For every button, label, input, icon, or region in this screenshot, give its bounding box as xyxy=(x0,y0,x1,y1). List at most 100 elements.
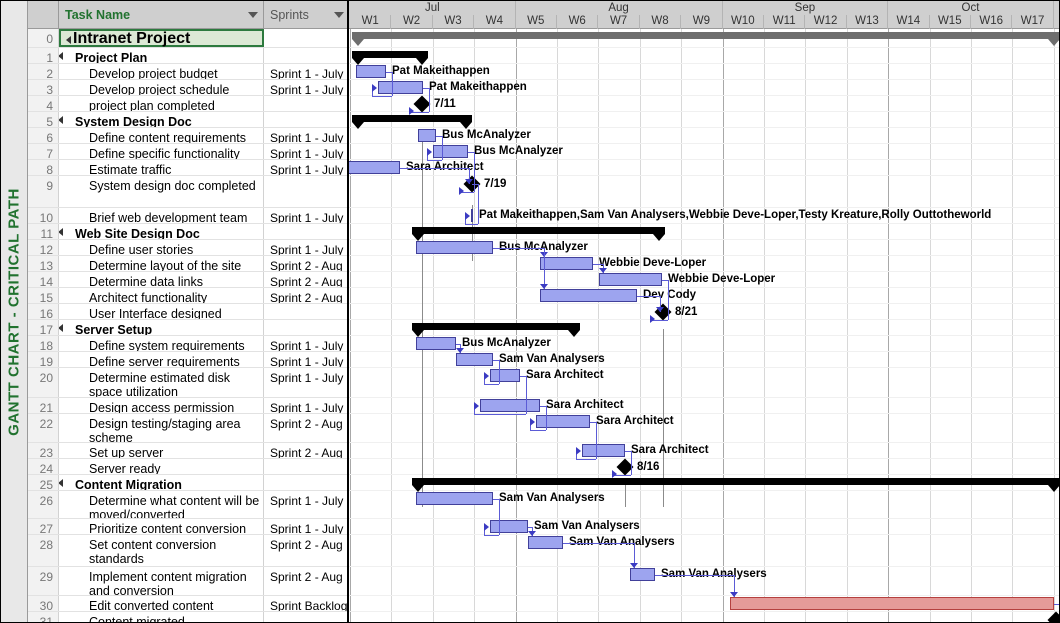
task-bar[interactable] xyxy=(456,353,493,366)
task-bar[interactable] xyxy=(416,337,456,350)
summary-bar[interactable] xyxy=(352,115,472,122)
task-row[interactable]: 0Intranet Project xyxy=(28,29,347,48)
task-bar[interactable] xyxy=(416,241,493,254)
task-bar[interactable] xyxy=(540,257,593,270)
task-row[interactable]: 6Define content requirementsSprint 1 - J… xyxy=(28,128,347,144)
task-row[interactable]: 20Determine estimated disk space utiliza… xyxy=(28,368,347,398)
task-bar[interactable] xyxy=(528,536,563,549)
task-row[interactable]: 3Develop project scheduleSprint 1 - July xyxy=(28,80,347,96)
task-name-cell[interactable]: Set content conversion standards xyxy=(59,535,264,566)
task-name-cell[interactable]: Determine data links xyxy=(59,272,264,287)
task-row[interactable]: 31Content migrated xyxy=(28,612,347,623)
sprint-cell[interactable]: Sprint 1 - July xyxy=(264,240,349,255)
task-name-cell[interactable]: Design testing/staging area scheme xyxy=(59,414,264,442)
task-name-cell[interactable]: User Interface designed xyxy=(59,304,264,319)
milestone-marker[interactable] xyxy=(1048,612,1059,622)
task-row[interactable]: 21Design access permissionSprint 1 - Jul… xyxy=(28,398,347,414)
column-header-task-name[interactable]: Task Name xyxy=(59,1,264,29)
task-row[interactable]: 13Determine layout of the siteSprint 2 -… xyxy=(28,256,347,272)
sprint-cell[interactable] xyxy=(264,176,349,207)
column-header-sprints[interactable]: Sprints xyxy=(264,1,349,29)
sprint-cell[interactable] xyxy=(264,224,349,239)
task-row[interactable]: 5System Design Doc xyxy=(28,112,347,128)
sprint-cell[interactable]: Sprint 2 - Aug xyxy=(264,535,349,566)
task-row[interactable]: 27Prioritize content conversionSprint 1 … xyxy=(28,519,347,535)
collapse-triangle-icon[interactable] xyxy=(59,324,63,332)
task-row[interactable]: 8Estimate trafficSprint 1 - July xyxy=(28,160,347,176)
task-row[interactable]: 19Define server requirementsSprint 1 - J… xyxy=(28,352,347,368)
sprint-cell[interactable] xyxy=(264,96,349,111)
task-name-cell[interactable]: Define specific functionality xyxy=(59,144,264,159)
sprint-cell[interactable]: Sprint Backlog xyxy=(264,596,349,611)
task-name-cell[interactable]: Content migrated xyxy=(59,612,264,623)
task-name-cell[interactable]: Develop project budget xyxy=(59,64,264,79)
sprint-cell[interactable] xyxy=(264,320,349,335)
task-row[interactable]: 30Edit converted contentSprint Backlog xyxy=(28,596,347,612)
task-bar[interactable] xyxy=(536,415,590,428)
sprint-cell[interactable]: Sprint 1 - July xyxy=(264,352,349,367)
task-row[interactable]: 28Set content conversion standardsSprint… xyxy=(28,535,347,567)
task-bar[interactable] xyxy=(540,289,637,302)
sprint-cell[interactable]: Sprint 1 - July xyxy=(264,144,349,159)
sprint-cell[interactable]: Sprint 2 - Aug xyxy=(264,443,349,458)
sprint-cell[interactable]: Sprint 1 - July xyxy=(264,491,349,518)
task-name-cell[interactable]: Define server requirements xyxy=(59,352,264,367)
task-name-cell[interactable]: Web Site Design Doc xyxy=(59,224,264,239)
sprint-cell[interactable]: Sprint 2 - Aug xyxy=(264,288,349,303)
collapse-triangle-icon[interactable] xyxy=(66,36,71,44)
task-row[interactable]: 11Web Site Design Doc xyxy=(28,224,347,240)
sprint-cell[interactable]: Sprint 1 - July xyxy=(264,64,349,79)
task-name-cell[interactable]: Intranet Project xyxy=(59,29,264,47)
task-name-cell[interactable]: Prioritize content conversion xyxy=(59,519,264,534)
collapse-triangle-icon[interactable] xyxy=(59,228,63,236)
sprint-cell[interactable] xyxy=(264,475,349,490)
task-bar[interactable] xyxy=(378,81,423,94)
sprint-cell[interactable] xyxy=(264,304,349,319)
sprint-cell[interactable]: Sprint 1 - July xyxy=(264,336,349,351)
sprint-cell[interactable] xyxy=(264,612,349,623)
task-row[interactable]: 1Project Plan xyxy=(28,48,347,64)
summary-bar[interactable] xyxy=(412,478,1059,485)
task-row[interactable]: 10Brief web development teamSprint 1 - J… xyxy=(28,208,347,224)
sprint-cell[interactable] xyxy=(264,112,349,127)
sprint-cell[interactable]: Sprint 1 - July xyxy=(264,80,349,95)
task-bar[interactable] xyxy=(630,568,655,581)
collapse-triangle-icon[interactable] xyxy=(59,116,63,124)
task-bar[interactable] xyxy=(490,369,520,382)
sprint-cell[interactable]: Sprint 1 - July xyxy=(264,398,349,413)
chevron-down-icon[interactable] xyxy=(334,12,344,18)
sprint-cell[interactable]: Sprint 1 - July xyxy=(264,128,349,143)
sprint-cell[interactable]: Sprint 2 - Aug xyxy=(264,414,349,442)
chevron-down-icon[interactable] xyxy=(248,12,258,18)
task-name-cell[interactable]: Develop project schedule xyxy=(59,80,264,95)
task-row[interactable]: 16User Interface designed xyxy=(28,304,347,320)
task-row[interactable]: 25Content Migration xyxy=(28,475,347,491)
sprint-cell[interactable]: Sprint 1 - July xyxy=(264,519,349,534)
task-bar-late[interactable] xyxy=(730,597,1054,610)
task-bar[interactable] xyxy=(599,273,662,286)
summary-bar[interactable] xyxy=(352,51,428,58)
task-name-cell[interactable]: Set up server xyxy=(59,443,264,458)
task-bar[interactable] xyxy=(416,492,493,505)
sprint-cell[interactable]: Sprint 1 - July xyxy=(264,160,349,175)
task-name-cell[interactable]: Edit converted content xyxy=(59,596,264,611)
sprint-cell[interactable] xyxy=(264,459,349,474)
task-row[interactable]: 9System design doc completed xyxy=(28,176,347,208)
task-name-cell[interactable]: Architect functionality xyxy=(59,288,264,303)
task-name-cell[interactable]: Define content requirements xyxy=(59,128,264,143)
task-row[interactable]: 23Set up serverSprint 2 - Aug xyxy=(28,443,347,459)
task-row[interactable]: 15Architect functionalitySprint 2 - Aug xyxy=(28,288,347,304)
task-name-cell[interactable]: Brief web development team xyxy=(59,208,264,223)
task-name-cell[interactable]: Project Plan xyxy=(59,48,264,63)
task-bar[interactable] xyxy=(471,209,473,222)
task-name-cell[interactable]: Determine layout of the site xyxy=(59,256,264,271)
task-name-cell[interactable]: project plan completed xyxy=(59,96,264,111)
task-name-cell[interactable]: Server ready xyxy=(59,459,264,474)
summary-bar[interactable] xyxy=(412,227,665,234)
task-name-cell[interactable]: Server Setup xyxy=(59,320,264,335)
task-row[interactable]: 18Define system requirementsSprint 1 - J… xyxy=(28,336,347,352)
sprint-cell[interactable]: Sprint 1 - July xyxy=(264,368,349,397)
task-name-cell[interactable]: System Design Doc xyxy=(59,112,264,127)
task-row[interactable]: 22Design testing/staging area schemeSpri… xyxy=(28,414,347,443)
task-bar[interactable] xyxy=(480,399,540,412)
